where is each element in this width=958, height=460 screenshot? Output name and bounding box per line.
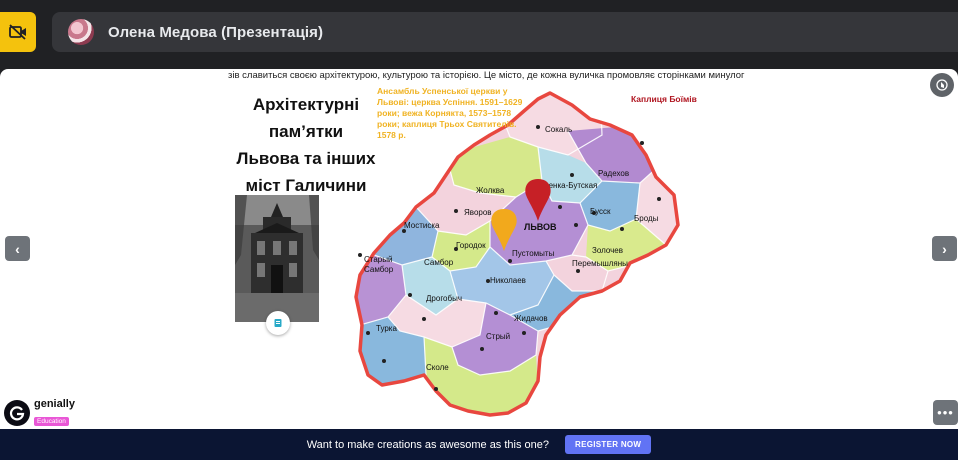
avatar bbox=[68, 19, 94, 45]
brand-name: genially bbox=[34, 398, 75, 410]
presenter-info: Олена Медова (Презентація) bbox=[52, 12, 958, 52]
meeting-top-bar: Олена Медова (Презентація) bbox=[0, 0, 958, 66]
city-label-brody: Броды bbox=[634, 214, 659, 223]
city-label-peremyshlyany: Перемышляны bbox=[572, 259, 628, 268]
city-label-drogobych: Дрогобыч bbox=[426, 294, 462, 303]
genially-logo bbox=[4, 400, 30, 426]
more-options-button[interactable]: ••• bbox=[933, 400, 958, 425]
annotation-uspensky-ensemble[interactable]: Ансамбль Успенської церкви у Львові: цер… bbox=[377, 86, 527, 141]
document-icon bbox=[274, 319, 282, 327]
chevron-right-icon: › bbox=[942, 240, 947, 257]
city-label-nikolaev: Николаев bbox=[490, 276, 526, 285]
genially-brand[interactable]: genially Education bbox=[4, 398, 75, 428]
promo-bar: Want to make creations as awesome as thi… bbox=[0, 429, 958, 460]
city-label-sambor: Самбор bbox=[424, 258, 454, 267]
annotation-boim-chapel[interactable]: Каплиця Боїмів bbox=[631, 94, 697, 104]
presentation-stage: зів славиться своєю архітектурою, культу… bbox=[0, 69, 958, 429]
city-label-stary-sambor-1: Старый bbox=[364, 255, 392, 264]
city-label-zolochev: Золочев bbox=[592, 246, 623, 255]
city-label-stryi: Стрый bbox=[486, 332, 510, 341]
city-label-lviv: ЛЬВОВ bbox=[524, 222, 557, 232]
city-label-skole: Сколе bbox=[426, 363, 449, 372]
prev-slide-button[interactable]: ‹ bbox=[5, 236, 30, 261]
city-label-busk: Бусск bbox=[590, 207, 611, 216]
city-label-turka: Турка bbox=[376, 324, 397, 333]
city-label-zholkva: Жолква bbox=[476, 186, 505, 195]
video-off-icon bbox=[9, 24, 26, 40]
city-label-mostiska: Мостиска bbox=[404, 221, 440, 230]
register-button[interactable]: REGISTER NOW bbox=[565, 435, 652, 454]
city-label-yavorov: Яворов bbox=[464, 208, 492, 217]
more-horizontal-icon: ••• bbox=[937, 405, 954, 420]
promo-text: Want to make creations as awesome as thi… bbox=[306, 438, 550, 451]
city-label-stary-sambor-2: Самбор bbox=[364, 265, 394, 274]
interactive-hint-button[interactable] bbox=[930, 73, 954, 97]
camera-off-button[interactable] bbox=[0, 12, 36, 52]
chevron-left-icon: ‹ bbox=[15, 240, 20, 257]
church-photo bbox=[235, 195, 319, 322]
photo-info-button[interactable] bbox=[266, 311, 290, 335]
city-label-gorodok: Городок bbox=[456, 241, 486, 250]
city-label-radekhov: Радехов bbox=[598, 169, 629, 178]
city-label-pustomyty: Пустомыты bbox=[512, 249, 555, 258]
brand-tag: Education bbox=[34, 417, 69, 426]
marquee-text: зів славиться своєю архітектурою, культу… bbox=[228, 70, 745, 81]
city-label-zhidachov: Жидачов bbox=[514, 314, 548, 323]
presenter-title: Олена Медова (Презентація) bbox=[108, 23, 324, 41]
next-slide-button[interactable]: › bbox=[932, 236, 957, 261]
city-label-sokal: Сокаль bbox=[545, 125, 572, 134]
touch-icon bbox=[936, 79, 948, 91]
